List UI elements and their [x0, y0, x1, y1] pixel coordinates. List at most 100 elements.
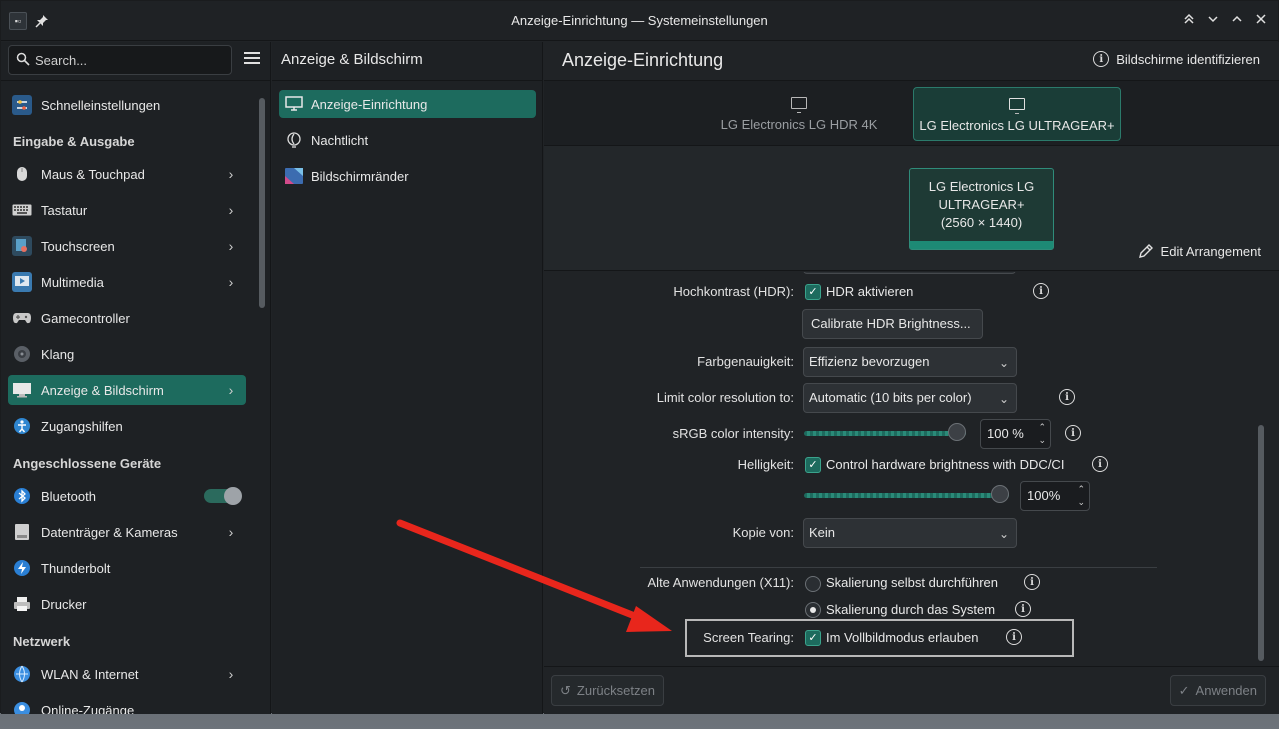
limit-color-label: Limit color resolution to: [656, 390, 794, 405]
color-accuracy-combo[interactable]: Effizienz bevorzugen ⌄ [803, 347, 1017, 377]
combo-value: Kein [809, 525, 836, 540]
screen-tearing-checkbox[interactable]: ✓ [805, 630, 821, 646]
hamburger-menu-icon[interactable] [244, 52, 260, 66]
sidebar-item-wifi[interactable]: WLAN & Internet › [8, 659, 246, 689]
sidebar-item-online-accounts[interactable]: Online-Zugänge [8, 695, 246, 714]
info-icon[interactable]: i [1059, 389, 1075, 405]
category-column: Anzeige & Bildschirm Anzeige-Einrichtung… [272, 42, 543, 714]
spin-arrows-icon[interactable]: ⌃ ⌄ [1038, 421, 1046, 447]
sidebar-item-label: Multimedia [41, 274, 104, 290]
sidebar-item-label: Drucker [41, 596, 87, 612]
slider-knob[interactable] [948, 423, 966, 441]
sidebar-item-touchscreen[interactable]: Touchscreen › [8, 231, 246, 261]
info-icon[interactable]: i [1015, 601, 1031, 617]
monitor-icon [791, 97, 807, 113]
spin-arrows-icon[interactable]: ⌃ ⌄ [1077, 483, 1085, 509]
search-input[interactable] [35, 50, 225, 70]
info-icon[interactable]: i [1092, 456, 1108, 472]
tab-lg-ultragear[interactable]: LG Electronics LG ULTRAGEAR+ [913, 87, 1121, 141]
mid-item-label: Bildschirmränder [311, 168, 409, 184]
brightness-spinbox[interactable]: 100% ⌃ ⌄ [1020, 481, 1090, 511]
sidebar-item-bluetooth[interactable]: Bluetooth [8, 481, 246, 511]
settings-form: Hochkontrast (HDR): ✓ HDR aktivieren i C… [544, 272, 1279, 666]
footer-bar: ↺ Zurücksetzen ✓ Anwenden [544, 666, 1279, 714]
multimedia-icon [12, 272, 32, 292]
section-input-output: Eingabe & Ausgabe [13, 134, 135, 149]
srgb-spinbox[interactable]: 100 % ⌃ ⌄ [980, 419, 1051, 449]
brightness-slider[interactable] [804, 485, 1009, 503]
reset-label: Zurücksetzen [576, 683, 655, 698]
sidebar-item-thunderbolt[interactable]: Thunderbolt [8, 553, 246, 583]
info-icon[interactable]: i [1006, 629, 1022, 645]
pencil-icon [1138, 244, 1153, 258]
bluetooth-toggle[interactable] [204, 487, 242, 505]
sidebar-item-label: Gamecontroller [41, 310, 130, 326]
sidebar-item-keyboard[interactable]: Tastatur › [8, 195, 246, 225]
chevron-right-icon: › [228, 274, 234, 290]
separator [640, 567, 1157, 568]
monitor-icon [1009, 98, 1025, 114]
main-scrollbar[interactable] [1258, 425, 1264, 661]
info-icon[interactable]: i [1033, 283, 1049, 299]
slider-track [804, 431, 966, 436]
chevron-right-icon: › [228, 238, 234, 254]
sidebar-item-sound[interactable]: Klang [8, 339, 246, 369]
sidebar-item-display[interactable]: Anzeige & Bildschirm › [8, 375, 246, 405]
sidebar-item-label: Bluetooth [41, 488, 96, 504]
monitor-name-line1: LG Electronics LG [928, 179, 1035, 194]
section-connected-devices: Angeschlossene Geräte [13, 456, 162, 471]
calibrate-hdr-button[interactable]: Calibrate HDR Brightness... [802, 309, 983, 339]
sidebar-item-label: Tastatur [41, 202, 88, 218]
online-accounts-icon [12, 700, 32, 714]
accessibility-icon [12, 416, 32, 436]
info-icon[interactable]: i [1024, 574, 1040, 590]
apply-button[interactable]: ✓ Anwenden [1169, 675, 1266, 706]
sidebar-item-gamecontroller[interactable]: Gamecontroller [8, 303, 246, 333]
sidebar-scrollbar[interactable] [259, 98, 265, 308]
sidebar-item-multimedia[interactable]: Multimedia › [8, 267, 246, 297]
keep-above-icon[interactable] [1180, 12, 1198, 30]
ddc-checkbox[interactable]: ✓ [805, 457, 821, 473]
arrangement-area: LG Electronics LG ULTRAGEAR+ (2560 × 144… [544, 146, 1279, 271]
maximize-icon[interactable] [1228, 12, 1246, 30]
sidebar-item-mouse[interactable]: Maus & Touchpad › [8, 159, 246, 189]
sidebar-item-quick-settings[interactable]: Schnelleinstellungen [8, 90, 246, 120]
category-header: Anzeige & Bildschirm [281, 51, 423, 68]
speaker-icon [12, 344, 32, 364]
copy-combo[interactable]: Kein ⌄ [803, 518, 1017, 548]
slider-knob[interactable] [991, 485, 1009, 503]
info-icon[interactable]: i [1065, 425, 1081, 441]
sidebar-item-drives-cameras[interactable]: Datenträger & Kameras › [8, 517, 246, 547]
legacy-self-scaling-radio[interactable] [805, 576, 821, 592]
screen-tearing-label: Screen Tearing: [703, 630, 794, 645]
hdr-checkbox[interactable]: ✓ [805, 284, 821, 300]
close-icon[interactable] [1252, 12, 1270, 30]
search-box[interactable] [8, 45, 232, 75]
limit-color-combo[interactable]: Automatic (10 bits per color) ⌄ [803, 383, 1017, 413]
srgb-slider[interactable] [804, 423, 966, 441]
monitor-preview[interactable]: LG Electronics LG ULTRAGEAR+ (2560 × 144… [909, 168, 1054, 250]
sidebar-item-printer[interactable]: Drucker [8, 589, 246, 619]
identify-screens-button[interactable]: i Bildschirme identifizieren [1093, 51, 1260, 67]
ddc-checkbox-label: Control hardware brightness with DDC/CI [826, 457, 1065, 472]
gamepad-icon [12, 308, 32, 328]
mid-item-display-config[interactable]: Anzeige-Einrichtung [279, 90, 536, 118]
edit-arrangement-button[interactable]: Edit Arrangement [1138, 243, 1261, 259]
tab-label: LG Electronics LG ULTRAGEAR+ [919, 118, 1115, 133]
mid-item-nightlight[interactable]: Nachtlicht [279, 126, 536, 154]
tab-lg-hdr-4k[interactable]: LG Electronics LG HDR 4K [714, 87, 884, 141]
legacy-system-scaling-radio[interactable] [805, 602, 821, 618]
slider-track [804, 493, 1009, 498]
srgb-label: sRGB color intensity: [672, 426, 794, 441]
sidebar-item-label: Klang [41, 346, 75, 362]
sidebar-item-label: Anzeige & Bildschirm [41, 382, 164, 398]
reset-button[interactable]: ↺ Zurücksetzen [551, 675, 664, 706]
nightlight-icon [284, 131, 304, 149]
screen-edges-icon [284, 167, 304, 185]
minimize-icon[interactable] [1204, 12, 1222, 30]
mid-item-screen-edges[interactable]: Bildschirmränder [279, 162, 536, 190]
color-accuracy-label: Farbgenauigkeit: [697, 354, 794, 369]
sidebar-item-accessibility[interactable]: Zugangshilfen [8, 411, 246, 441]
sidebar-item-label: Maus & Touchpad [41, 166, 145, 182]
page-title: Anzeige-Einrichtung [562, 50, 724, 70]
